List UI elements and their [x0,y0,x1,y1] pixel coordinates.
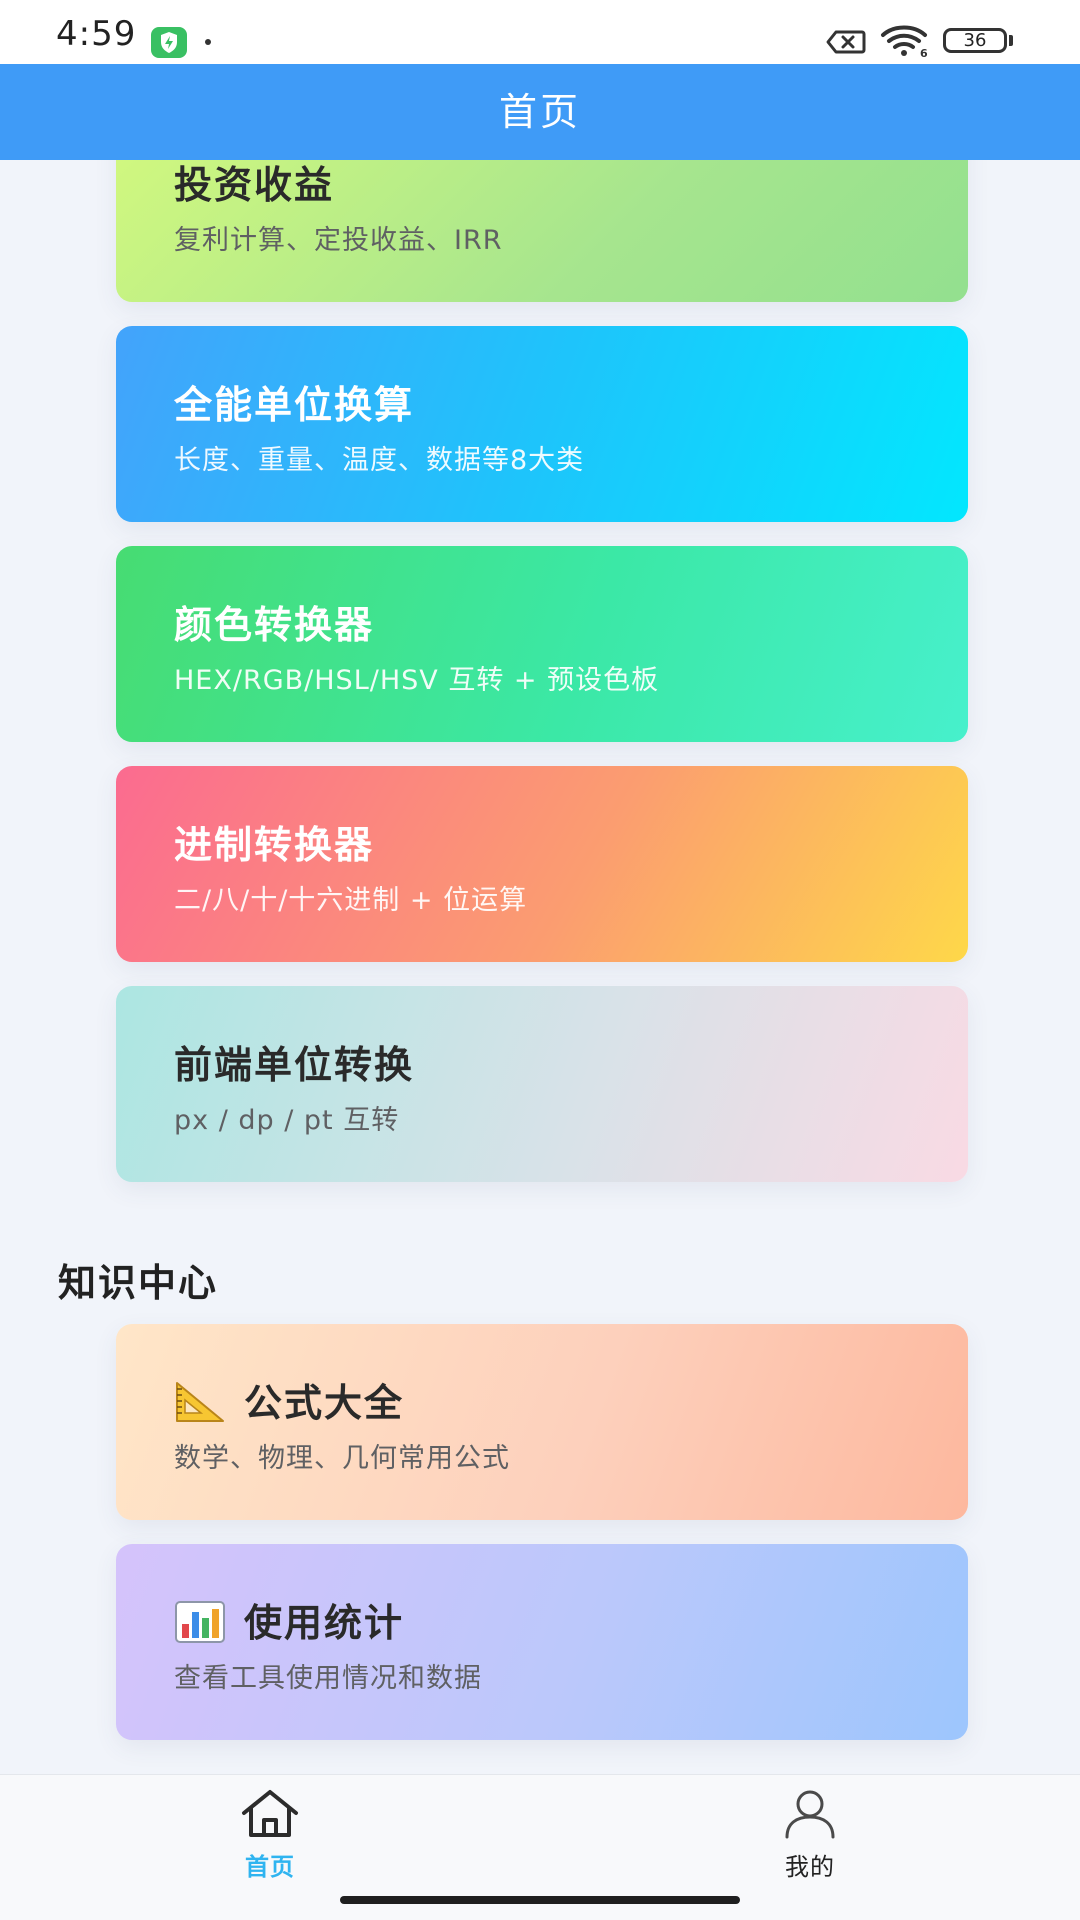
card-title-row: 使用统计 [174,1592,404,1648]
tab-mine[interactable]: 我的 [740,1775,880,1895]
battery-nub [1009,35,1013,46]
svg-text:6: 6 [920,47,928,58]
card-title: 进制转换器 [174,823,375,867]
status-time: 4:59 [56,14,137,54]
tab-home-label: 首页 [245,1853,295,1881]
knowledge-card-formulas[interactable]: 公式大全 数学、物理、几何常用公式 [116,1324,968,1520]
battery-indicator: 36 [943,28,1007,53]
tab-mine-label: 我的 [785,1853,835,1881]
security-shield-icon [151,27,187,58]
user-icon [785,1790,835,1839]
tool-card-frontend-units[interactable]: 前端单位转换 px / dp / pt 互转 [116,986,968,1182]
card-title-row: 公式大全 [174,1372,404,1428]
page-title: 首页 [498,90,581,134]
status-bar: 4:59 6 36 [0,0,1080,64]
tool-card-radix-converter[interactable]: 进制转换器 二/八/十/十六进制 + 位运算 [116,766,968,962]
no-sim-icon [826,30,866,54]
wifi-6-icon: 6 [881,25,928,58]
home-icon [242,1790,298,1837]
card-title: 前端单位转换 [174,1043,415,1087]
card-subtitle: px / dp / pt 互转 [174,1105,400,1136]
card-title: 颜色转换器 [174,603,375,647]
card-subtitle: 长度、重量、温度、数据等8大类 [174,445,585,476]
tool-card-color-converter[interactable]: 颜色转换器 HEX/RGB/HSL/HSV 互转 + 预设色板 [116,546,968,742]
tool-card-unit-converter[interactable]: 全能单位换算 长度、重量、温度、数据等8大类 [116,326,968,522]
card-subtitle: 二/八/十/十六进制 + 位运算 [174,885,528,916]
home-screen: 4:59 6 36 首页 投资收益 复利计算、定投收益、IRR 全能单位换算 长… [0,0,1080,1920]
home-indicator[interactable] [340,1896,740,1904]
app-header: 首页 [0,64,1080,160]
knowledge-card-usage-stats[interactable]: 使用统计 查看工具使用情况和数据 [116,1544,968,1740]
card-title: 投资收益 [174,163,335,207]
bar-chart-icon [175,1600,225,1643]
card-title: 全能单位换算 [174,383,415,427]
triangular-ruler-icon [176,1381,224,1422]
card-title: 公式大全 [244,1381,405,1425]
card-title: 使用统计 [244,1601,405,1645]
tab-home[interactable]: 首页 [200,1775,340,1895]
card-subtitle: HEX/RGB/HSL/HSV 互转 + 预设色板 [174,665,660,696]
card-subtitle: 数学、物理、几何常用公式 [174,1443,510,1474]
notification-dot-icon [205,39,211,45]
section-title-knowledge: 知识中心 [58,1261,219,1305]
card-subtitle: 查看工具使用情况和数据 [174,1663,482,1694]
card-subtitle: 复利计算、定投收益、IRR [174,225,503,256]
